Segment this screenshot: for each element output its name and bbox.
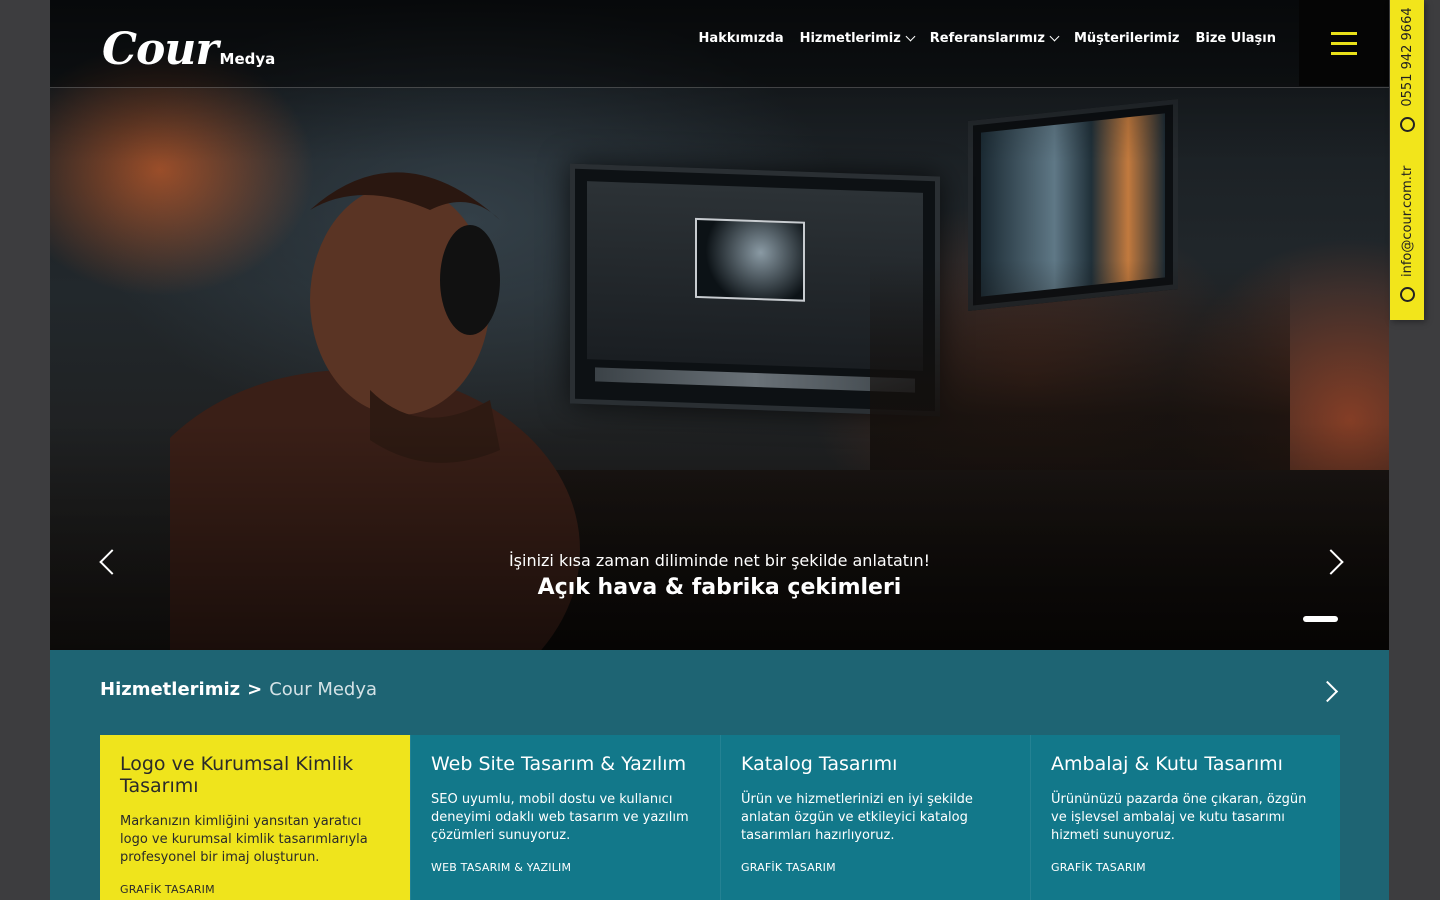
- service-card-desc: SEO uyumlu, mobil dostu ve kullanıcı den…: [431, 792, 689, 843]
- service-card-tag: GRAFİK TASARIM: [1051, 861, 1146, 874]
- service-card-tag: GRAFİK TASARIM: [741, 861, 836, 874]
- hamburger-menu-button[interactable]: [1299, 0, 1389, 86]
- nav-item-about[interactable]: Hakkımızda: [699, 31, 784, 46]
- service-card-title: Logo ve Kurumsal Kimlik Tasarımı: [120, 753, 354, 797]
- service-card[interactable]: Katalog Tasarımı Ürün ve hizmetlerinizi …: [720, 735, 1030, 900]
- logo-sub-text: Medya: [219, 50, 276, 68]
- hero-title: Açık hava & fabrika çekimleri: [537, 575, 902, 600]
- contact-email[interactable]: info@cour.com.tr: [1400, 166, 1415, 277]
- service-card-title: Katalog Tasarımı: [741, 753, 898, 775]
- nav-item-services[interactable]: Hizmetlerimiz: [799, 31, 916, 46]
- site-header: Cour Medya Hakkımızda Hizmetlerimiz Refe…: [50, 0, 1389, 88]
- service-card-desc: Markanızın kimliğini yansıtan yaratıcı l…: [120, 814, 368, 865]
- contact-phone[interactable]: 0551 942 9664: [1400, 7, 1415, 106]
- breadcrumb-current: Cour Medya: [269, 679, 378, 700]
- breadcrumb-separator: >: [247, 679, 263, 700]
- nav-item-contact[interactable]: Bize Ulaşın: [1195, 31, 1276, 46]
- services-next-button[interactable]: [1316, 680, 1339, 703]
- service-card[interactable]: Logo ve Kurumsal Kimlik Tasarımı Markanı…: [100, 735, 410, 900]
- page: Cour Medya Hakkımızda Hizmetlerimiz Refe…: [50, 0, 1389, 900]
- breadcrumb-root[interactable]: Hizmetlerimiz: [100, 679, 240, 700]
- nav-item-label: Müşterilerimiz: [1073, 31, 1180, 46]
- hero-subtitle: İşinizi kısa zaman diliminde net bir şek…: [508, 551, 931, 570]
- chevron-down-icon: [1049, 31, 1060, 42]
- breadcrumb: Hizmetlerimiz > Cour Medya: [100, 679, 377, 700]
- service-cards: Logo ve Kurumsal Kimlik Tasarımı Markanı…: [100, 735, 1340, 900]
- service-card-tag: GRAFİK TASARIM: [120, 883, 215, 896]
- slider-dot-active[interactable]: [1303, 616, 1338, 622]
- service-card[interactable]: Ambalaj & Kutu Tasarımı Ürününüzü pazard…: [1030, 735, 1340, 900]
- service-card-desc: Ürününüzü pazarda öne çıkaran, özgün ve …: [1051, 792, 1307, 843]
- hero-slider: Cour Medya Hakkımızda Hizmetlerimiz Refe…: [50, 0, 1389, 650]
- hamburger-icon: [1331, 31, 1357, 35]
- logo[interactable]: Cour Medya: [102, 16, 275, 72]
- service-card-desc: Ürün ve hizmetlerinizi en iyi şekilde an…: [741, 792, 973, 843]
- logo-main-text: Cour: [102, 24, 219, 75]
- nav-item-references[interactable]: Referanslarımız: [929, 31, 1060, 46]
- main-nav: Hakkımızda Hizmetlerimiz Referanslarımız…: [699, 31, 1276, 46]
- whatsapp-icon: [1399, 116, 1415, 132]
- service-card[interactable]: Web Site Tasarım & Yazılım SEO uyumlu, m…: [410, 735, 720, 900]
- service-card-tag: WEB TASARIM & YAZILIM: [431, 861, 572, 874]
- service-card-title: Web Site Tasarım & Yazılım: [431, 753, 687, 775]
- service-card-title: Ambalaj & Kutu Tasarımı: [1051, 753, 1283, 775]
- nav-item-label: Hakkımızda: [698, 31, 784, 46]
- hero-caption: İşinizi kısa zaman diliminde net bir şek…: [50, 550, 1389, 600]
- contact-strip: info@cour.com.tr 0551 942 9664: [1390, 0, 1424, 320]
- at-icon: [1399, 287, 1415, 302]
- nav-item-label: Referanslarımız: [929, 31, 1045, 46]
- nav-item-customers[interactable]: Müşterilerimiz: [1074, 31, 1180, 46]
- chevron-down-icon: [905, 31, 916, 42]
- nav-item-label: Hizmetlerimiz: [799, 31, 901, 46]
- slider-pagination: [1303, 616, 1338, 622]
- nav-item-label: Bize Ulaşın: [1195, 31, 1276, 46]
